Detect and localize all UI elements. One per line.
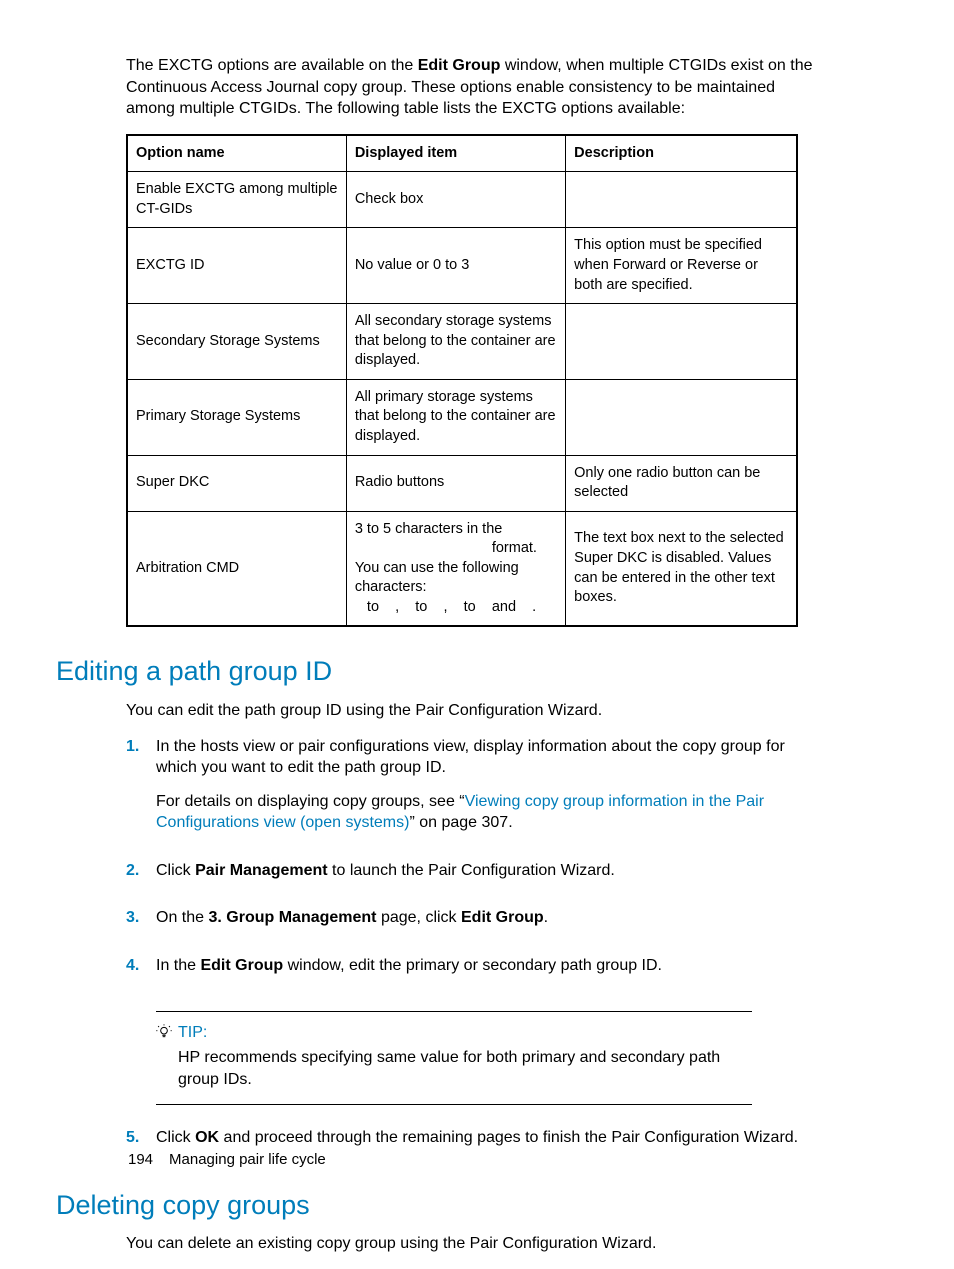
list-item: 2. Click Pair Management to launch the P… <box>126 860 826 894</box>
table-cell: No value or 0 to 3 <box>346 228 565 304</box>
step3-prefix: On the <box>156 909 208 926</box>
tip-inner: TIP: HP recommends specifying same value… <box>156 1012 752 1105</box>
table-cell: Super DKC <box>127 455 346 511</box>
step4-text: In the Edit Group window, edit the prima… <box>156 955 826 977</box>
step5-text: Click OK and proceed through the remaini… <box>156 1127 826 1149</box>
tip-block: TIP: HP recommends specifying same value… <box>156 1011 752 1106</box>
step3-bold2: Edit Group <box>461 909 544 926</box>
table-cell: All secondary storage systems that belon… <box>346 304 565 380</box>
col-header-description: Description <box>566 135 797 172</box>
list-item: 1. In the hosts view or pair configurati… <box>126 736 826 846</box>
tip-label: TIP: <box>178 1022 207 1044</box>
section1-steps: 1. In the hosts view or pair configurati… <box>126 736 826 989</box>
intro-text-prefix: The EXCTG options are available on the <box>126 57 418 74</box>
intro-edit-group-bold: Edit Group <box>418 57 501 74</box>
step3-bold1: 3. Group Management <box>208 909 376 926</box>
step1-text: In the hosts view or pair configurations… <box>156 736 826 779</box>
step2-suffix: to launch the Pair Configuration Wizard. <box>328 862 615 879</box>
step2-bold: Pair Management <box>195 862 327 879</box>
tip-text: HP recommends specifying same value for … <box>178 1047 752 1090</box>
section1-intro: You can edit the path group ID using the… <box>126 700 826 722</box>
col-header-option-name: Option name <box>127 135 346 172</box>
table-row: Enable EXCTG among multiple CT-GIDs Chec… <box>127 172 797 228</box>
step-body: In the Edit Group window, edit the prima… <box>156 955 826 989</box>
table-row: Super DKC Radio buttons Only one radio b… <box>127 455 797 511</box>
table-cell: Enable EXCTG among multiple CT-GIDs <box>127 172 346 228</box>
step5-suffix: and proceed through the remaining pages … <box>219 1129 798 1146</box>
table-cell <box>566 379 797 455</box>
intro-paragraph: The EXCTG options are available on the E… <box>126 55 826 120</box>
step5-prefix: Click <box>156 1129 195 1146</box>
table-cell: Arbitration CMD <box>127 511 346 626</box>
step5-bold: OK <box>195 1129 219 1146</box>
table-row: EXCTG ID No value or 0 to 3 This option … <box>127 228 797 304</box>
table-cell: All primary storage systems that belong … <box>346 379 565 455</box>
list-item: 4. In the Edit Group window, edit the pr… <box>126 955 826 989</box>
step-body: On the 3. Group Management page, click E… <box>156 907 826 941</box>
table-cell: Only one radio button can be selected <box>566 455 797 511</box>
table-cell: Secondary Storage Systems <box>127 304 346 380</box>
lightbulb-icon <box>156 1024 172 1040</box>
table-row: Secondary Storage Systems All secondary … <box>127 304 797 380</box>
step-number: 3. <box>126 907 156 929</box>
table-header-row: Option name Displayed item Description <box>127 135 797 172</box>
step2-text: Click Pair Management to launch the Pair… <box>156 860 826 882</box>
col-header-displayed-item: Displayed item <box>346 135 565 172</box>
step1-detail: For details on displaying copy groups, s… <box>156 791 826 834</box>
table-cell: This option must be specified when Forwa… <box>566 228 797 304</box>
list-item: 3. On the 3. Group Management page, clic… <box>126 907 826 941</box>
table-cell <box>566 172 797 228</box>
step-number: 5. <box>126 1127 156 1149</box>
table-cell: 3 to 5 characters in the format. You can… <box>346 511 565 626</box>
tip-label-row: TIP: <box>156 1022 752 1044</box>
heading-deleting-copy-groups: Deleting copy groups <box>56 1187 826 1223</box>
table-row: Primary Storage Systems All primary stor… <box>127 379 797 455</box>
step2-prefix: Click <box>156 862 195 879</box>
step-number: 2. <box>126 860 156 882</box>
heading-editing-path-group-id: Editing a path group ID <box>56 653 826 689</box>
page-footer: 194 Managing pair life cycle <box>128 1150 326 1170</box>
tip-rule-bottom <box>156 1104 752 1105</box>
table-cell: Check box <box>346 172 565 228</box>
step-number: 1. <box>126 736 156 758</box>
step-body: Click Pair Management to launch the Pair… <box>156 860 826 894</box>
step1b-suffix: ” on page 307. <box>409 814 512 831</box>
table-cell: EXCTG ID <box>127 228 346 304</box>
chapter-title: Managing pair life cycle <box>169 1150 326 1170</box>
step4-suffix: window, edit the primary or secondary pa… <box>283 957 662 974</box>
step4-bold: Edit Group <box>200 957 283 974</box>
step3-mid: page, click <box>377 909 461 926</box>
section2-intro: You can delete an existing copy group us… <box>126 1233 826 1255</box>
table-row: Arbitration CMD 3 to 5 characters in the… <box>127 511 797 626</box>
step-number: 4. <box>126 955 156 977</box>
step3-suffix: . <box>544 909 548 926</box>
table-cell: Radio buttons <box>346 455 565 511</box>
page-number: 194 <box>128 1150 153 1170</box>
exctg-options-table: Option name Displayed item Description E… <box>126 134 798 628</box>
step-body: In the hosts view or pair configurations… <box>156 736 826 846</box>
step1b-prefix: For details on displaying copy groups, s… <box>156 793 465 810</box>
table-cell: The text box next to the selected Super … <box>566 511 797 626</box>
step3-text: On the 3. Group Management page, click E… <box>156 907 826 929</box>
table-cell: Primary Storage Systems <box>127 379 346 455</box>
page-body: The EXCTG options are available on the E… <box>126 55 826 1269</box>
step4-prefix: In the <box>156 957 200 974</box>
exctg-options-table-wrap: Option name Displayed item Description E… <box>126 134 826 628</box>
table-cell <box>566 304 797 380</box>
